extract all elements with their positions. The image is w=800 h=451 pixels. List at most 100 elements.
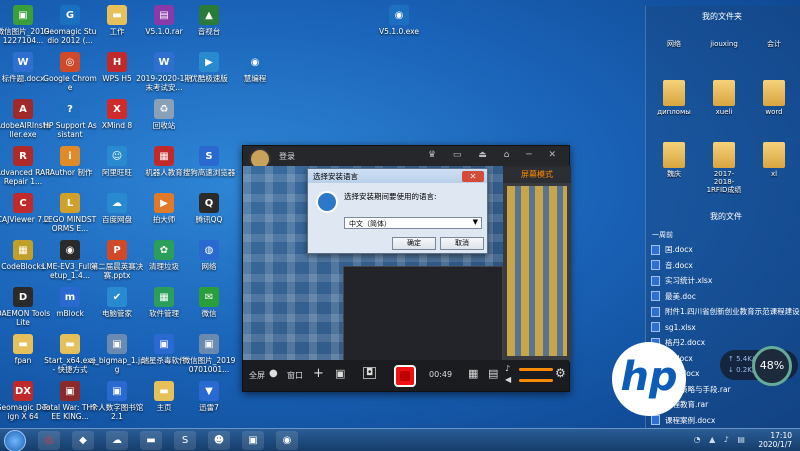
app-icon: i (60, 146, 80, 166)
desktop-icon[interactable]: ✉ 微信 (181, 287, 237, 318)
screen-mode-tab[interactable]: 屏幕模式 (503, 166, 571, 183)
region-icon[interactable]: ▣ (335, 367, 345, 380)
file-item[interactable]: 实习统计.xlsx (651, 273, 800, 289)
file-name: 最美.doc (665, 291, 696, 301)
dialog-title: 选择安装语言 (308, 169, 487, 183)
desktop-icon[interactable]: ▣ 微信图片_2019070100​1... (181, 334, 237, 374)
camera-icon[interactable]: ◘ (363, 367, 377, 379)
fullscreen-option[interactable]: 全屏 (249, 370, 265, 381)
window-option[interactable]: 窗口 (287, 370, 303, 381)
folder-label: jiouxing (710, 40, 738, 48)
file-item[interactable]: 音.docx (651, 258, 800, 274)
folder-icon (663, 142, 685, 168)
app-icon: ♻ (154, 99, 174, 119)
document-icon (651, 322, 660, 333)
desktop-icon[interactable]: S 搜狗高速浏览器 (181, 146, 237, 177)
language-select-value: 中文（简体） (349, 220, 391, 228)
document-icon (651, 306, 660, 317)
folder-item[interactable]: 会计 (754, 40, 794, 48)
app-icon: ▶ (199, 52, 219, 72)
recorder-taskbar-icon[interactable]: ◉ (276, 431, 298, 450)
app-icon: ▣ (199, 334, 219, 354)
app-icon: R (13, 146, 33, 166)
login-link[interactable]: 登录 (279, 151, 295, 162)
my-files-header: 我的文件 (710, 212, 742, 221)
folder-item[interactable]: xl (754, 142, 794, 178)
memory-gauge[interactable]: 48% (752, 346, 792, 386)
document-icon (651, 260, 660, 271)
app-icon: ▣ (60, 381, 80, 401)
cancel-button[interactable]: 取消 (440, 237, 484, 250)
baidu-taskbar-icon[interactable]: ☁ (106, 431, 128, 450)
speaker-icon[interactable]: ◀ (505, 375, 511, 384)
start-button[interactable] (4, 430, 26, 451)
folder-item[interactable]: дипломы (654, 80, 694, 116)
file-item[interactable]: 最美.doc (651, 289, 800, 305)
folder-item[interactable]: xueli (704, 80, 744, 116)
desktop-icon[interactable]: ◉ 慧编程 (227, 52, 283, 83)
app-icon: ☺ (107, 146, 127, 166)
app-icon: ▼ (199, 381, 219, 401)
chevron-down-icon[interactable]: ▼ (473, 218, 478, 226)
folder-item[interactable]: 网络 (654, 40, 694, 48)
document-icon (651, 415, 660, 426)
app-icon: L (60, 193, 80, 213)
folder-label: 会计 (767, 40, 781, 48)
gear-icon[interactable]: ⚙ (555, 366, 566, 380)
folder-item[interactable]: 魏庆 (654, 142, 694, 178)
week-ago-label: 一周前 (652, 231, 673, 239)
app-icon: H (107, 52, 127, 72)
app-icon: ◉ (245, 52, 265, 72)
app-icon: ▤ (154, 5, 174, 25)
folder-label: 网络 (667, 40, 681, 48)
file-item[interactable]: sg1.xlsx (651, 320, 800, 336)
clock-time: 17:10 (770, 431, 792, 440)
file-name: sg1.xlsx (665, 322, 696, 332)
app-icon: ✉ (199, 287, 219, 307)
folder-item[interactable]: 2017-2018-1RFID成绩 (704, 142, 744, 194)
folder-label: 魏庆 (667, 170, 681, 178)
desktop-icon[interactable]: ▲ 音视台 (181, 5, 237, 36)
snapshot-icon[interactable]: ▤ (488, 367, 498, 380)
close-icon[interactable]: ✕ (462, 171, 484, 182)
installer-taskbar-icon[interactable]: ▣ (242, 431, 264, 450)
desktop-icon[interactable]: Q 腾讯QQ (181, 193, 237, 224)
plus-icon[interactable]: + (313, 366, 324, 381)
clock[interactable]: 17:10 2020/1/7 (758, 431, 792, 449)
speaker-volume-slider[interactable] (519, 379, 553, 382)
app-icon: m (60, 287, 80, 307)
file-item[interactable]: 附件1.四川省创新创业教育示范课程建设... (651, 304, 800, 320)
system-tray-icons[interactable]: ◔ ▲ ♪ ▤ (694, 435, 748, 444)
window-controls[interactable]: ♛ ▭ ⏏ ⌂ ─ ✕ (428, 150, 563, 160)
app-taskbar-icon[interactable]: ◆ (72, 431, 94, 450)
desktop-icon-label: 回收站 (152, 121, 176, 130)
desktop-icon[interactable]: ◍ 网络 (181, 240, 237, 271)
desktop-icon[interactable]: ♻ 回收站 (136, 99, 192, 130)
radio-dot-icon[interactable]: ● (269, 368, 278, 379)
desktop-icon-label: 微信 (201, 309, 217, 318)
mic-volume-slider[interactable] (519, 368, 553, 371)
app-icon: C (13, 193, 33, 213)
desktop-icon[interactable]: ◉ V5.1.0.exe (371, 5, 427, 36)
game-taskbar-icon[interactable]: ☻ (208, 431, 230, 450)
record-button[interactable] (394, 365, 416, 387)
desktop-icon[interactable]: ▼ 迅雷7 (181, 381, 237, 412)
browser-taskbar-icon[interactable]: S (174, 431, 196, 450)
folder-taskbar-icon[interactable]: ▬ (140, 431, 162, 450)
film-icon[interactable]: ▦ (468, 367, 478, 380)
language-select[interactable]: 中文（简体） ▼ (344, 217, 482, 229)
chrome-taskbar-icon[interactable]: ◎ (38, 431, 60, 450)
desktop-icon-label: 搜狗高速浏览器 (182, 168, 236, 177)
folder-label: xueli (715, 108, 733, 116)
ok-button[interactable]: 确定 (392, 237, 436, 250)
file-item[interactable]: 课程案例.docx (651, 413, 800, 429)
microphone-icon[interactable]: ♪ (505, 364, 510, 373)
file-item[interactable]: 国.docx (651, 242, 800, 258)
desktop-icon-label: V5.1.0.exe (379, 27, 419, 36)
folder-item[interactable]: word (754, 80, 794, 116)
file-name: 实习统计.xlsx (665, 276, 713, 286)
app-icon: ▣ (107, 334, 127, 354)
folder-item[interactable]: jiouxing (704, 40, 744, 48)
app-icon: ▬ (13, 334, 33, 354)
app-icon: ◍ (199, 240, 219, 260)
